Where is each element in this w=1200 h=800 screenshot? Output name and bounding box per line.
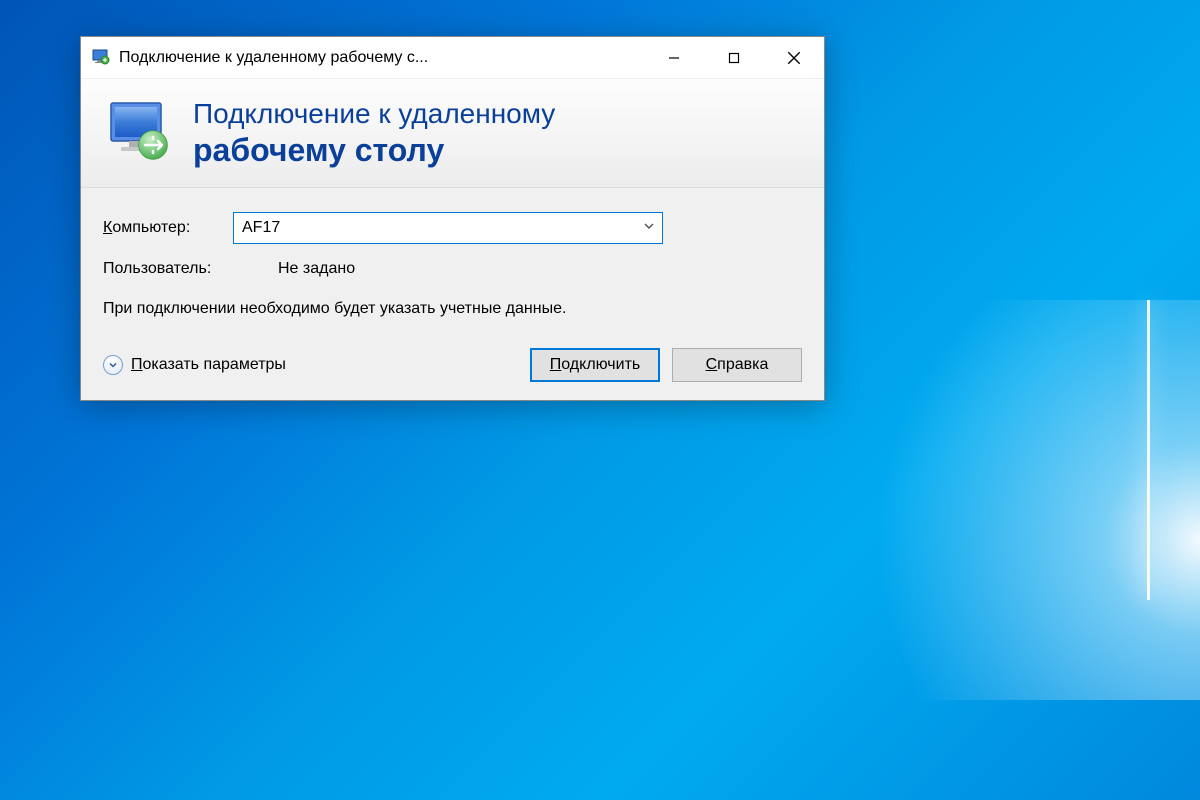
minimize-button[interactable] <box>644 37 704 78</box>
expand-down-icon <box>103 355 123 375</box>
rdp-app-icon <box>91 48 111 68</box>
user-value: Не задано <box>278 260 355 278</box>
computer-input[interactable] <box>233 212 663 244</box>
window-controls <box>644 37 824 78</box>
dialog-footer: Показать параметры Подключить Справка <box>103 348 802 382</box>
header-title: Подключение к удаленному рабочему столу <box>193 97 555 169</box>
credentials-hint: При подключении необходимо будет указать… <box>103 298 663 320</box>
rdp-dialog-window: Подключение к удаленному рабочему с... <box>80 36 825 401</box>
show-options-toggle[interactable]: Показать параметры <box>103 355 286 375</box>
dialog-header: Подключение к удаленному рабочему столу <box>81 79 824 188</box>
window-title: Подключение к удаленному рабочему с... <box>119 49 644 67</box>
maximize-button[interactable] <box>704 37 764 78</box>
show-options-label: Показать параметры <box>131 356 286 374</box>
connect-button[interactable]: Подключить <box>530 348 660 382</box>
button-group: Подключить Справка <box>530 348 802 382</box>
header-title-line2: рабочему столу <box>193 131 555 169</box>
dialog-body: Компьютер: Пользователь: Не задано При п… <box>81 188 824 400</box>
computer-field-row: Компьютер: <box>103 212 802 244</box>
user-field-row: Пользователь: Не задано <box>103 260 802 278</box>
help-button[interactable]: Справка <box>672 348 802 382</box>
header-title-line1: Подключение к удаленному <box>193 97 555 131</box>
rdp-large-icon <box>103 97 175 169</box>
computer-combo-wrap <box>233 212 663 244</box>
desktop-background-light-beam <box>1147 300 1150 600</box>
user-label: Пользователь: <box>103 260 278 278</box>
computer-label: Компьютер: <box>103 219 233 237</box>
close-button[interactable] <box>764 37 824 78</box>
titlebar[interactable]: Подключение к удаленному рабочему с... <box>81 37 824 79</box>
